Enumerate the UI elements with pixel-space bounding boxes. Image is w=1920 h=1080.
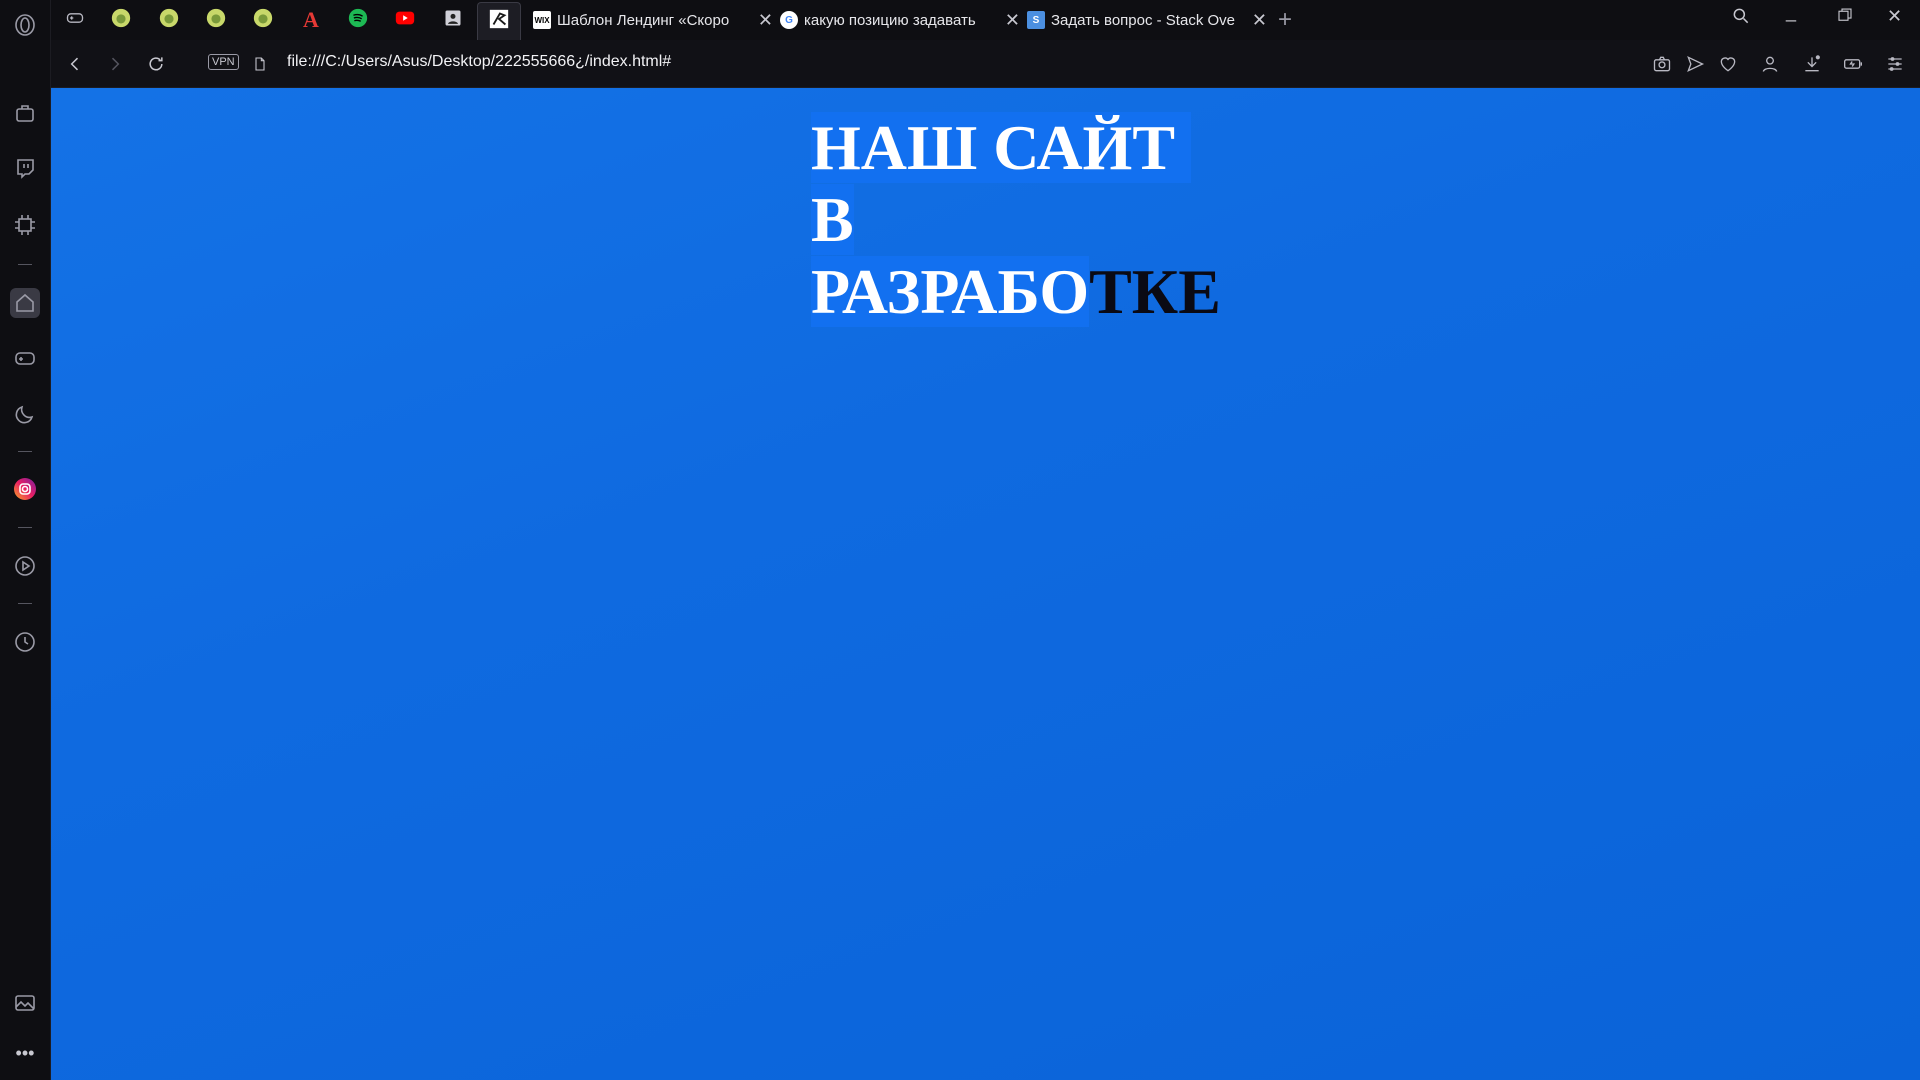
- pinned-tab[interactable]: [344, 6, 372, 34]
- contacts-icon: [443, 8, 463, 33]
- heading-selected-text: НАШ САЙТ: [811, 112, 1175, 183]
- gamepad-icon: [65, 8, 85, 33]
- heading-selection-space: [1175, 112, 1191, 183]
- active-site-icon: [488, 8, 510, 35]
- more-options-icon[interactable]: •••: [12, 1040, 38, 1066]
- reload-button[interactable]: [144, 52, 168, 76]
- profile-icon[interactable]: [1758, 52, 1782, 76]
- tab-search-icon[interactable]: [1731, 6, 1751, 31]
- tab-google-search[interactable]: G какую позицию задавать ✕: [780, 4, 1020, 36]
- pinned-tab[interactable]: A: [297, 6, 325, 34]
- heading-selected-text: В: [811, 184, 854, 255]
- aria-assistant-icon[interactable]: [12, 100, 38, 126]
- image-icon[interactable]: [12, 990, 38, 1016]
- pinned-tab[interactable]: [155, 6, 183, 34]
- opera-logo-icon[interactable]: [12, 12, 38, 38]
- pinned-tab[interactable]: [439, 6, 467, 34]
- spotify-icon: [347, 7, 369, 34]
- page-viewport: НАШ САЙТ В РАЗРАБОТКЕ: [51, 88, 1920, 1080]
- twitch-icon[interactable]: [12, 155, 38, 181]
- sidebar-separator: [18, 264, 32, 265]
- google-icon: G: [780, 11, 798, 29]
- sidebar-separator: [18, 451, 32, 452]
- moon-icon[interactable]: [12, 401, 38, 427]
- sidebar-separator: [18, 527, 32, 528]
- battery-saver-icon[interactable]: [1841, 52, 1865, 76]
- tab-stackoverflow[interactable]: S Задать вопрос - Stack Ove ✕: [1027, 4, 1267, 36]
- snapshot-icon[interactable]: [1650, 52, 1674, 76]
- player-icon[interactable]: [12, 553, 38, 579]
- close-tab-icon[interactable]: ✕: [1252, 10, 1267, 31]
- hardware-monitor-icon[interactable]: [12, 212, 38, 238]
- history-icon[interactable]: [12, 629, 38, 655]
- heart-icon[interactable]: [1716, 52, 1740, 76]
- tab-wix-template[interactable]: WIX Шаблон Лендинг «Скоро ✕: [533, 4, 773, 36]
- home-icon[interactable]: [10, 288, 40, 318]
- send-icon[interactable]: [1683, 52, 1707, 76]
- sidebar-separator: [18, 603, 32, 604]
- acrobat-icon: A: [303, 7, 319, 32]
- easy-setup-icon[interactable]: [1883, 52, 1907, 76]
- back-button[interactable]: [63, 52, 87, 76]
- pear-icon: [110, 7, 132, 34]
- stackoverflow-icon: S: [1027, 11, 1045, 29]
- restore-window-icon[interactable]: [1836, 6, 1854, 29]
- browser-sidebar: •••: [0, 0, 51, 1080]
- pinned-tab[interactable]: [202, 6, 230, 34]
- tab-title: какую позицию задавать: [804, 11, 976, 29]
- address-bar: VPN file:///C:/Users/Asus/Desktop/222555…: [51, 40, 1920, 88]
- pinned-tab[interactable]: [391, 6, 419, 34]
- pear-icon: [205, 7, 227, 34]
- vpn-badge[interactable]: VPN: [208, 54, 239, 70]
- tab-bar: A WIX Шаблон Лендинг «Скоро ✕ G какую по…: [51, 0, 1920, 40]
- pear-icon: [252, 7, 274, 34]
- close-tab-icon[interactable]: ✕: [758, 10, 773, 31]
- downloads-icon[interactable]: [1800, 52, 1824, 76]
- new-tab-button[interactable]: +: [1278, 6, 1292, 34]
- tab-title: Шаблон Лендинг «Скоро: [557, 11, 730, 29]
- wix-icon: WIX: [533, 11, 551, 29]
- url-field[interactable]: file:///C:/Users/Asus/Desktop/222555666¿…: [287, 53, 671, 71]
- youtube-icon: [394, 7, 416, 34]
- pinned-tab[interactable]: [249, 6, 277, 34]
- pinned-tab[interactable]: [107, 6, 135, 34]
- pear-icon: [158, 7, 180, 34]
- file-icon[interactable]: [248, 52, 272, 76]
- forward-button[interactable]: [103, 52, 127, 76]
- close-window-icon[interactable]: ✕: [1887, 6, 1902, 27]
- heading-unselected-text: ТКЕ: [1089, 256, 1221, 327]
- close-tab-icon[interactable]: ✕: [1005, 10, 1020, 31]
- pinned-tab-active[interactable]: [477, 2, 521, 40]
- minimize-window-icon[interactable]: _: [1786, 2, 1796, 23]
- pinned-tab[interactable]: [61, 6, 89, 34]
- tab-title: Задать вопрос - Stack Ove: [1051, 11, 1235, 29]
- instagram-icon[interactable]: [12, 476, 38, 502]
- game-controller-icon[interactable]: [12, 345, 38, 371]
- heading-selected-text: РАЗРАБО: [811, 256, 1090, 327]
- page-heading: НАШ САЙТ В РАЗРАБОТКЕ: [811, 112, 1251, 328]
